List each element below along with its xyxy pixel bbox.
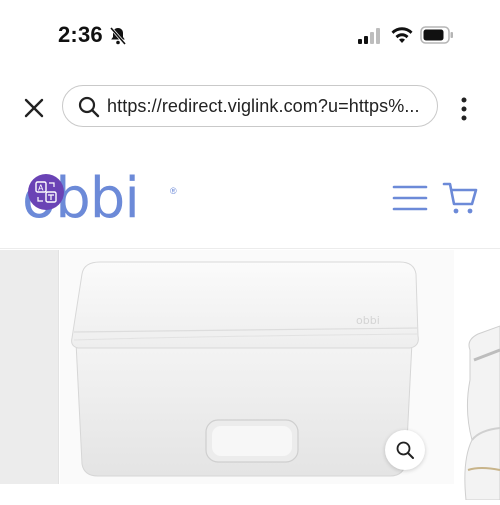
translate-button[interactable]: A [28, 174, 64, 210]
search-icon [78, 96, 100, 118]
wifi-icon [391, 27, 413, 43]
cart-icon[interactable] [442, 180, 478, 216]
gallery-next-slide[interactable] [460, 320, 500, 501]
svg-text:A: A [38, 184, 44, 193]
product-gallery[interactable]: obbi [0, 250, 500, 501]
status-time: 2:36 [58, 22, 103, 47]
menu-icon[interactable] [392, 184, 428, 212]
gallery-prev-slide[interactable] [0, 250, 59, 484]
translate-icon: A [35, 181, 57, 203]
close-icon[interactable] [20, 94, 48, 122]
zoom-button[interactable] [385, 430, 425, 470]
url-text: https://redirect.viglink.com?u=https%... [107, 96, 420, 116]
url-field[interactable]: https://redirect.viglink.com?u=https%... [62, 85, 438, 127]
embossed-logo: obbi [356, 314, 380, 327]
zoom-icon [396, 441, 414, 459]
next-product-image [464, 325, 500, 501]
battery-icon [420, 26, 453, 44]
signal-icon [358, 28, 380, 44]
more-vert-icon[interactable] [456, 94, 472, 124]
logo-registered-mark: ® [170, 186, 177, 196]
status-bar: 2:36 [0, 0, 500, 70]
browser-toolbar: https://redirect.viglink.com?u=https%... [0, 80, 500, 136]
bell-off-icon [109, 27, 127, 45]
